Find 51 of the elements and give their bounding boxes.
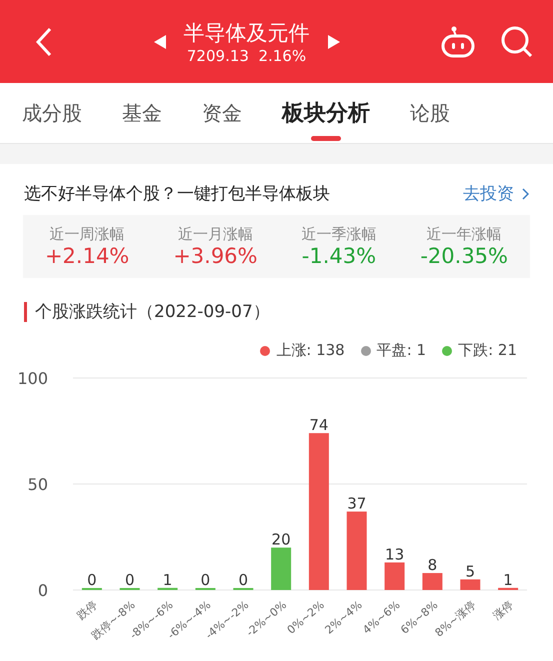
- robot-icon[interactable]: [441, 26, 475, 58]
- bar-value: 0: [200, 571, 210, 589]
- bar-value: 0: [124, 571, 135, 589]
- legend-label: 上涨: 138: [276, 341, 345, 360]
- bar-value: 13: [385, 545, 404, 564]
- tab[interactable]: 板块分析: [262, 83, 390, 143]
- bar: [498, 588, 518, 590]
- search-icon[interactable]: [501, 26, 533, 58]
- promo-text: 选不好半导体个股？一键打包半导体板块: [24, 183, 330, 205]
- back-icon[interactable]: [36, 26, 52, 56]
- bar-value: 74: [309, 416, 328, 434]
- y-tick-label: 0: [38, 581, 48, 600]
- bar-value: 1: [503, 570, 513, 589]
- tab[interactable]: 论股: [390, 83, 470, 143]
- stat-value: -20.35%: [420, 244, 508, 268]
- x-category-label: 涨停: [490, 598, 516, 622]
- bar-value: 1: [162, 570, 172, 589]
- stat-label: 近一季涨幅: [301, 225, 376, 244]
- bar: [384, 562, 405, 590]
- tab[interactable]: 资金: [182, 83, 262, 143]
- x-category-label: 跌停: [74, 598, 100, 622]
- bar-value: 0: [238, 571, 248, 589]
- y-tick-label: 100: [17, 369, 48, 388]
- index-quote: 7209.13 2.16%: [186, 46, 306, 64]
- stat-value: +2.14%: [44, 244, 130, 268]
- bar: [271, 548, 292, 590]
- tab[interactable]: 基金: [102, 83, 182, 143]
- bar-value: 37: [347, 494, 366, 513]
- tab[interactable]: 成分股: [22, 83, 102, 143]
- bar: [460, 579, 480, 590]
- header-title: 半导体及元件: [184, 20, 310, 46]
- legend-label: 平盘: 1: [376, 341, 426, 360]
- bar-value: 8: [428, 556, 438, 574]
- stat-label: 近一周涨幅: [50, 225, 125, 244]
- stat-label: 近一月涨幅: [178, 225, 253, 244]
- bar-value: 0: [87, 571, 97, 589]
- previous-icon[interactable]: [154, 34, 166, 48]
- section-marker: [24, 302, 27, 322]
- legend-label: 下跌: 21: [458, 341, 517, 360]
- next-icon[interactable]: [328, 34, 340, 48]
- y-tick-label: 50: [28, 475, 48, 494]
- bar-value: 5: [465, 562, 476, 580]
- bar: [158, 588, 178, 590]
- bar-value: 20: [272, 530, 291, 549]
- stat-value: +3.96%: [173, 244, 258, 268]
- section-title: 个股涨跌统计（2022-09-07）: [35, 301, 270, 323]
- stat-value: -1.43%: [302, 244, 376, 268]
- stat-label: 近一年涨幅: [426, 225, 502, 244]
- chevron-icon: [522, 188, 529, 200]
- invest-link[interactable]: 去投资: [463, 182, 529, 205]
- bar: [422, 573, 442, 590]
